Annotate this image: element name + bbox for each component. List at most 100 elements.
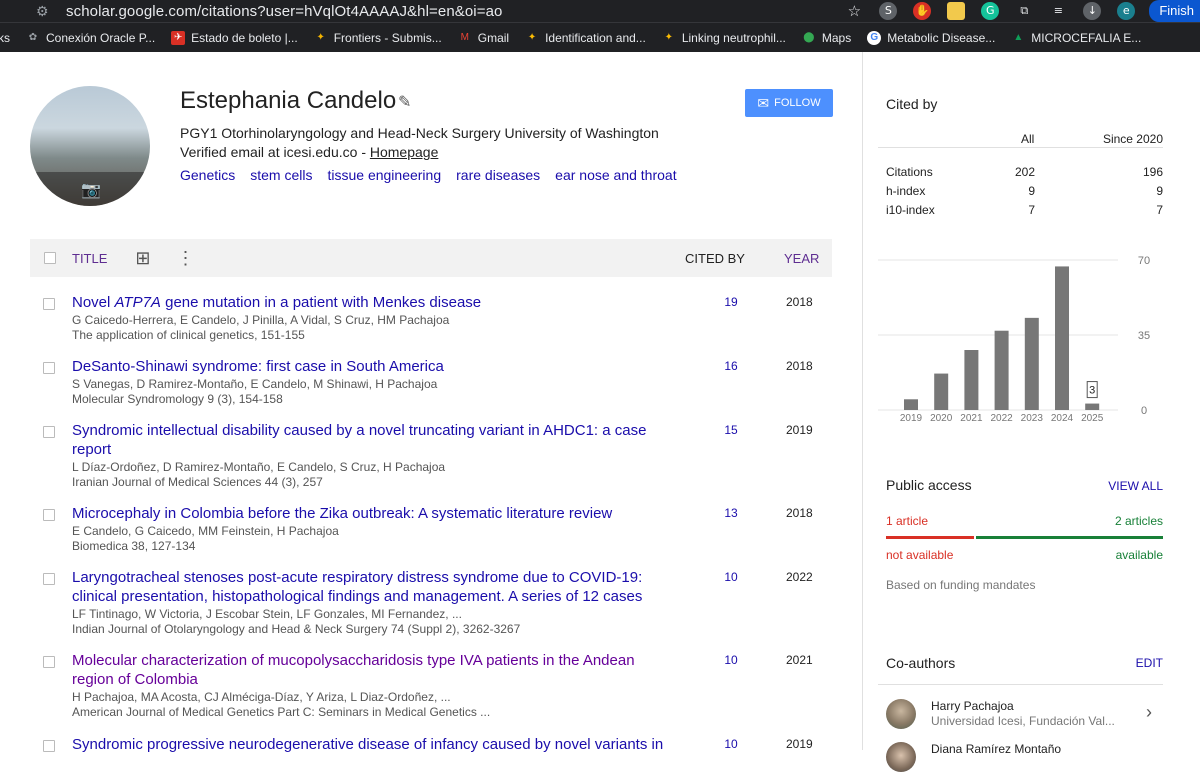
cited-count[interactable]: 16 bbox=[720, 359, 742, 373]
edit-pencil-icon[interactable]: ✎ bbox=[398, 92, 411, 112]
change-photo-icon[interactable]: 📷 bbox=[81, 182, 101, 200]
grammarly-icon[interactable]: G bbox=[981, 2, 1000, 20]
chart-bar[interactable] bbox=[934, 373, 949, 410]
available-count[interactable]: 2 articles bbox=[1115, 514, 1163, 528]
sidebar: Cited by All Since 2020 Citations 202 19… bbox=[863, 52, 1200, 772]
article-title[interactable]: DeSanto-Shinawi syndrome: first case in … bbox=[72, 357, 662, 376]
profile-avatar[interactable]: e bbox=[1117, 2, 1136, 20]
sort-by-cited[interactable]: CITED BY bbox=[685, 251, 745, 266]
google-icon: G bbox=[867, 30, 882, 45]
article-title[interactable]: Syndromic intellectual disability caused… bbox=[72, 421, 662, 459]
url-text[interactable]: scholar.google.com/citations?user=hVqlOt… bbox=[66, 3, 503, 20]
chevron-right-icon[interactable]: › bbox=[1146, 702, 1152, 723]
article-venue: Indian Journal of Otolaryngology and Hea… bbox=[72, 622, 521, 636]
article-year: 2019 bbox=[786, 423, 813, 437]
bookmark-label: Identification and... bbox=[545, 30, 646, 45]
sort-by-year[interactable]: YEAR bbox=[784, 251, 819, 266]
bookmark-item[interactable]: ✈ Estado de boleto |... bbox=[171, 30, 298, 45]
stat-label[interactable]: Citations bbox=[886, 165, 933, 179]
cited-count[interactable]: 10 bbox=[720, 570, 742, 584]
avianca-icon: ✈ bbox=[171, 30, 186, 45]
row-checkbox[interactable] bbox=[43, 298, 55, 310]
stat-label[interactable]: h-index bbox=[886, 184, 925, 198]
add-article-icon[interactable]: ⊞ bbox=[135, 248, 150, 269]
homepage-link[interactable]: Homepage bbox=[370, 144, 439, 160]
frontiers-icon: ✦ bbox=[316, 31, 325, 43]
articles-table-header: TITLE ⊞ ⋮ CITED BY YEAR bbox=[30, 239, 832, 277]
coauthor-name[interactable]: Diana Ramírez Montaño bbox=[931, 742, 1061, 756]
row-checkbox[interactable] bbox=[43, 740, 55, 752]
not-available-label: not available bbox=[886, 548, 954, 562]
bookmark-item[interactable]: ✦ Frontiers - Submis... bbox=[314, 31, 442, 45]
select-all-checkbox[interactable] bbox=[44, 252, 56, 264]
article-venue: The application of clinical genetics, 15… bbox=[72, 328, 305, 342]
article-title[interactable]: Microcephaly in Colombia before the Zika… bbox=[72, 504, 662, 523]
chart-bar[interactable] bbox=[1055, 266, 1069, 410]
bookmark-item[interactable]: ▲ MICROCEFALIA E... bbox=[1011, 31, 1141, 45]
bookmark-item[interactable]: ✦ Linking neutrophil... bbox=[662, 31, 786, 45]
cited-count[interactable]: 19 bbox=[720, 295, 742, 309]
article-title[interactable]: Laryngotracheal stenoses post-acute resp… bbox=[72, 568, 662, 606]
site-info-icon[interactable]: ⚙ bbox=[36, 3, 52, 19]
public-access-title: Public access bbox=[886, 477, 972, 493]
extensions-puzzle-icon[interactable]: ⧉ bbox=[1015, 2, 1033, 20]
sort-by-title[interactable]: TITLE bbox=[72, 251, 107, 266]
chart-bar[interactable] bbox=[1085, 403, 1100, 410]
address-bar[interactable]: ⚙ scholar.google.com/citations?user=hVql… bbox=[0, 0, 503, 22]
interest-link[interactable]: Genetics bbox=[180, 167, 235, 183]
row-checkbox[interactable] bbox=[43, 573, 55, 585]
bookmark-item[interactable]: G Metabolic Disease... bbox=[867, 30, 995, 45]
edit-coauthors-link[interactable]: EDIT bbox=[1136, 656, 1163, 670]
finish-button[interactable]: Finish bbox=[1149, 0, 1200, 22]
chart-bar[interactable] bbox=[994, 330, 1009, 410]
article-title[interactable]: Molecular characterization of mucopolysa… bbox=[72, 651, 662, 689]
download-icon[interactable]: ↓ bbox=[1083, 2, 1102, 20]
stat-row: h-index 9 9 bbox=[886, 184, 1163, 198]
interest-link[interactable]: ear nose and throat bbox=[555, 167, 676, 183]
chart-bar[interactable] bbox=[904, 399, 918, 410]
view-all-link[interactable]: VIEW ALL bbox=[1108, 479, 1163, 493]
row-checkbox[interactable] bbox=[43, 426, 55, 438]
extension-stop-icon[interactable]: ✋ bbox=[913, 2, 932, 20]
coauthor-avatar[interactable] bbox=[886, 699, 916, 729]
bookmark-item[interactable]: ✦ Identification and... bbox=[525, 31, 646, 45]
cited-count[interactable]: 13 bbox=[720, 506, 742, 520]
row-checkbox[interactable] bbox=[43, 362, 55, 374]
extension-s-icon[interactable]: S bbox=[879, 2, 898, 20]
chart-bar[interactable] bbox=[1024, 317, 1039, 410]
interest-link[interactable]: tissue engineering bbox=[327, 167, 441, 183]
stat-all: 7 bbox=[1028, 203, 1035, 217]
article-title[interactable]: Novel ATP7A gene mutation in a patient w… bbox=[72, 293, 662, 312]
stat-label[interactable]: i10-index bbox=[886, 203, 935, 217]
article-row: Microcephaly in Colombia before the Zika… bbox=[30, 504, 832, 560]
article-venue: American Journal of Medical Genetics Par… bbox=[72, 705, 491, 719]
bookmark-item[interactable]: ⬤ Maps bbox=[802, 31, 851, 45]
bookmark-item[interactable]: ✿ Conexión Oracle P... bbox=[26, 31, 155, 45]
article-venue: Biomedica 38, 127-134 bbox=[72, 539, 196, 553]
extension-folder-icon[interactable] bbox=[947, 2, 966, 20]
stat-since: 9 bbox=[1156, 184, 1163, 198]
bookmark-item[interactable]: M Gmail bbox=[458, 31, 510, 45]
row-checkbox[interactable] bbox=[43, 656, 55, 668]
interest-link[interactable]: stem cells bbox=[250, 167, 312, 183]
coauthor-avatar[interactable] bbox=[886, 742, 916, 772]
row-checkbox[interactable] bbox=[43, 509, 55, 521]
article-title[interactable]: Syndromic progressive neurodegenerative … bbox=[72, 735, 692, 754]
follow-button[interactable]: ✉ FOLLOW bbox=[745, 89, 833, 117]
bookmark-item[interactable]: ks bbox=[0, 31, 10, 45]
cited-count[interactable]: 10 bbox=[720, 653, 742, 667]
cited-count[interactable]: 10 bbox=[720, 737, 742, 751]
maps-icon: ⬤ bbox=[803, 31, 815, 43]
bookmark-star-icon[interactable]: ☆ bbox=[845, 2, 863, 20]
chart-bar[interactable] bbox=[964, 350, 979, 410]
article-authors: H Pachajoa, MA Acosta, CJ Alméciga-Díaz,… bbox=[72, 690, 451, 704]
article-authors: LF Tintinago, W Victoria, J Escobar Stei… bbox=[72, 607, 462, 621]
reading-list-icon[interactable]: ≡ bbox=[1049, 2, 1067, 20]
article-venue: Iranian Journal of Medical Sciences 44 (… bbox=[72, 475, 323, 489]
coauthor-name[interactable]: Harry Pachajoa bbox=[931, 699, 1014, 713]
profile-photo[interactable]: 📷 bbox=[30, 86, 150, 206]
more-options-icon[interactable]: ⋮ bbox=[177, 248, 195, 269]
interest-link[interactable]: rare diseases bbox=[456, 167, 540, 183]
not-available-count[interactable]: 1 article bbox=[886, 514, 928, 528]
cited-count[interactable]: 15 bbox=[720, 423, 742, 437]
